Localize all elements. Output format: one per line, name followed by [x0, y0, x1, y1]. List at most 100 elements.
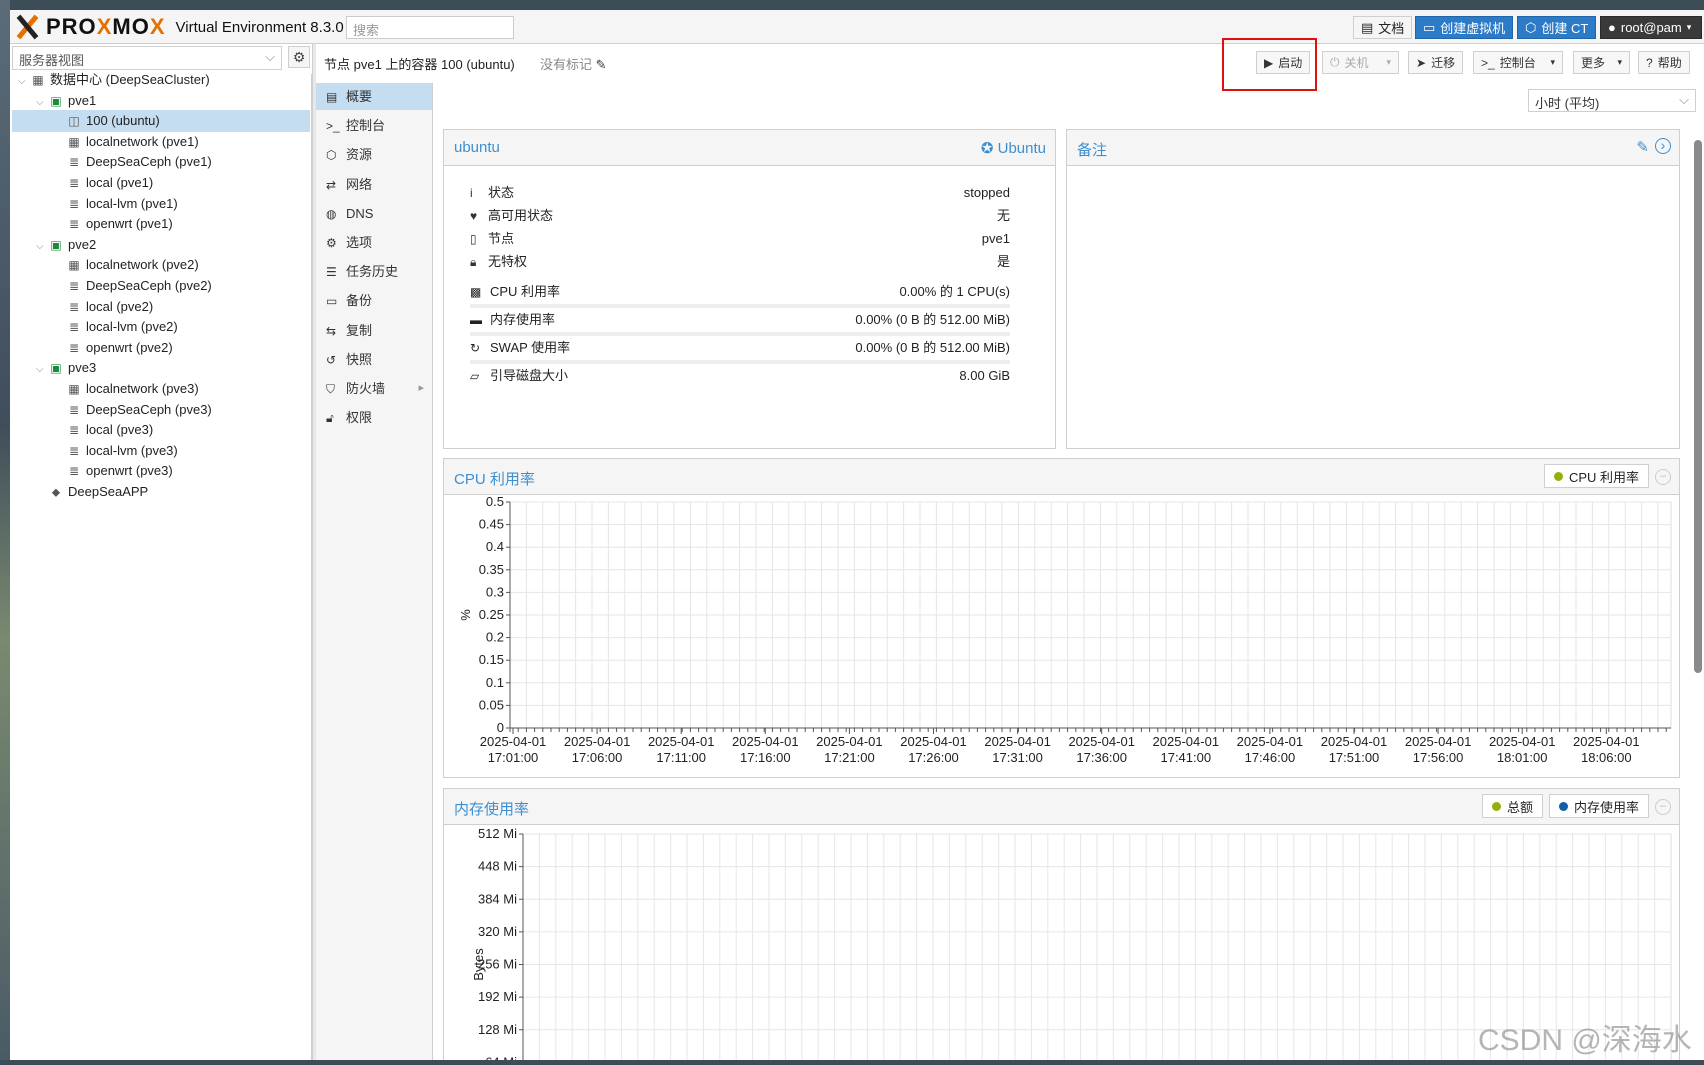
nav-item[interactable]: ↺ 快照 [316, 346, 432, 373]
collapse-icon[interactable]: › [1655, 138, 1671, 154]
more-button[interactable]: 更多 ▾ [1573, 51, 1630, 74]
nav-item[interactable]: ⬡ 资源 [316, 141, 432, 168]
heartbeat-icon: ♥ [470, 209, 478, 223]
network-icon: ▦ [68, 258, 80, 273]
search-input[interactable]: 搜索 [346, 16, 514, 39]
nav-item-label: 资源 [346, 147, 373, 163]
chevron-down-icon: ⌵ [1679, 92, 1689, 107]
tree-item[interactable]: ≣ local (pve3) [12, 419, 310, 441]
tags-icon: ⬥ [51, 485, 61, 499]
tree-item-label: local (pve2) [86, 298, 154, 314]
nav-item[interactable]: ⚙ 选项 [316, 229, 432, 256]
legend-dot [1553, 471, 1563, 481]
storage-icon: ≣ [68, 176, 80, 190]
console-button[interactable]: >_ 控制台 ▾ [1473, 51, 1563, 74]
tree-item[interactable]: ⌵ ▣ pve3 [12, 357, 310, 379]
tree-item[interactable]: ⌵ ▦ 数据中心 (DeepSeaCluster) [12, 69, 310, 91]
create-vm-button[interactable]: ▭ 创建虚拟机 [1415, 16, 1514, 39]
nav-item[interactable]: ▤ 概要 [316, 83, 432, 110]
datacenter-icon: ▦ [32, 73, 44, 87]
nav-item[interactable]: ⛉ 防火墙 ▸ [316, 375, 432, 402]
x-tick-label-date: 2025-04-01 [564, 734, 631, 749]
x-tick-label-date: 2025-04-01 [1237, 734, 1304, 749]
nav-item[interactable]: ⇄ 网络 [316, 171, 432, 198]
watermark: CSDN @深海水 [1478, 1024, 1692, 1057]
tree-item[interactable]: ≣ openwrt (pve1) [12, 213, 310, 235]
vertical-scrollbar[interactable] [1693, 120, 1703, 1060]
tree-item[interactable]: ⌵ ▣ pve1 [12, 90, 310, 112]
create-ct-button[interactable]: ⬡ 创建 CT [1517, 16, 1597, 39]
tree-item[interactable]: ▦ localnetwork (pve2) [12, 254, 310, 276]
user-menu-button[interactable]: ● root@pam ▾ [1600, 16, 1702, 39]
y-tick-label: 0.25 [479, 607, 504, 622]
edit-icon[interactable]: ✎ [1636, 138, 1649, 156]
desktop-edge-bottom [0, 1060, 1704, 1065]
tree-item[interactable]: ⬥ DeepSeaAPP [12, 481, 310, 503]
summary-panel: ubuntu ✪ Ubuntu i 状态 stopped ♥ 高可用状态无 ▯ 节点 pve1… [443, 129, 1056, 449]
legend-item-memory[interactable]: 内存使用率 [1548, 794, 1649, 818]
tree-item-label: DeepSeaCeph (pve2) [86, 278, 212, 293]
tree-item[interactable]: ≣ DeepSeaCeph (pve1) [12, 151, 310, 173]
tree-item[interactable]: ≣ DeepSeaCeph (pve3) [12, 399, 310, 421]
tree-item-label: localnetwork (pve1) [86, 133, 199, 149]
legend-item[interactable]: CPU 利用率 [1543, 464, 1649, 488]
migrate-button[interactable]: ➤ 迁移 [1408, 51, 1464, 74]
network-icon: ▦ [68, 382, 80, 396]
tree-item[interactable]: ▦ localnetwork (pve3) [12, 378, 310, 400]
nav-item-label: 权限 [346, 410, 373, 426]
gear-icon[interactable]: ⚙ [288, 46, 310, 68]
nav-item[interactable]: ▭ 备份 [316, 287, 432, 314]
tree-item[interactable]: ≣ openwrt (pve3) [12, 460, 310, 482]
tree-item[interactable]: ≣ local (pve1) [12, 172, 310, 194]
desktop-edge-top [0, 0, 1704, 10]
nav-item[interactable]: ☰ 任务历史 [316, 258, 432, 285]
docs-button[interactable]: ▤ 文档 [1353, 16, 1413, 39]
nav-item[interactable]: 🔓︎ 权限 [316, 404, 432, 431]
tree-item[interactable]: ≣ openwrt (pve2) [12, 337, 310, 359]
storage-icon: ≣ [68, 196, 80, 211]
y-tick-label: 0.35 [479, 562, 504, 577]
view-selector[interactable]: 服务器视图 ⌵ [12, 46, 282, 70]
info-icon: i [470, 186, 473, 200]
chevron-down-icon: ▾ [1550, 57, 1555, 67]
tree-item[interactable]: ▦ localnetwork (pve1) [12, 131, 310, 153]
tree-item-label: local-lvm (pve2) [86, 319, 178, 335]
nav-item-label: 网络 [346, 176, 373, 192]
paper-plane-icon: ➤ [1416, 55, 1427, 70]
node-online-icon: ▣ [50, 361, 62, 376]
help-button[interactable]: ? 帮助 [1638, 51, 1690, 74]
tree-item[interactable]: ≣ local-lvm (pve3) [12, 440, 310, 462]
node-online-icon: ▣ [50, 237, 62, 252]
timeframe-select[interactable]: 小时 (平均) ⌵ [1528, 89, 1696, 112]
storage-icon: ≣ [68, 340, 80, 355]
cube-icon: ⬡ [1525, 19, 1537, 35]
x-tick-label-date: 2025-04-01 [480, 734, 547, 749]
nav-item-label: 防火墙 [346, 381, 386, 396]
tree-item[interactable]: ≣ local-lvm (pve2) [12, 316, 310, 338]
y-tick-label: 320 Mi [478, 924, 517, 939]
proxmox-logo[interactable]: PROXMOX Virtual Environment 8.3.0 [14, 14, 344, 39]
tags-editor[interactable]: 没有标记 ✎ [540, 54, 607, 73]
x-tick-label-time: 17:56:00 [1413, 750, 1464, 765]
node-online-icon: ▣ [50, 93, 62, 108]
usage-row: ▬ 内存使用率 0.00% (0 B 的 512.00 MiB) [470, 308, 1010, 336]
tree-item[interactable]: ≣ DeepSeaCeph (pve2) [12, 275, 310, 297]
legend-item-total[interactable]: 总额 [1481, 794, 1543, 818]
os-label: ✪ Ubuntu [980, 140, 1046, 157]
nav-item-label: 备份 [346, 293, 373, 309]
reset-zoom-icon[interactable]: – [1655, 469, 1671, 485]
tree-item[interactable]: ◫ 100 (ubuntu) [12, 110, 310, 133]
tree-item[interactable]: ≣ local-lvm (pve1) [12, 193, 310, 215]
ubuntu-icon: ✪ [980, 140, 994, 157]
scrollbar-thumb[interactable] [1694, 140, 1702, 673]
pencil-icon: ✎ [592, 57, 607, 72]
shutdown-button[interactable]: ⏻ 关机 ▾ [1322, 51, 1399, 74]
tree-item[interactable]: ⌵ ▣ pve2 [12, 234, 310, 256]
tree-item[interactable]: ≣ local (pve2) [12, 296, 310, 318]
usage-row: ▱ 引导磁盘大小 8.00 GiB [470, 364, 1010, 392]
nav-item[interactable]: >_ 控制台 [316, 112, 432, 139]
reset-zoom-icon[interactable]: – [1655, 799, 1671, 815]
nav-item[interactable]: ◍ DNS [316, 200, 432, 227]
nav-item[interactable]: ⇆ 复制 [316, 317, 432, 344]
nav-item-label: 控制台 [346, 118, 386, 134]
